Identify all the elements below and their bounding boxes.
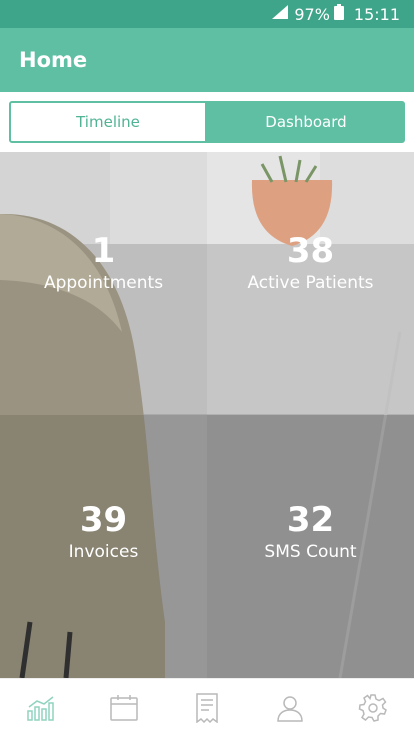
appointments-label: Appointments (43, 272, 164, 293)
gear-icon (358, 693, 387, 722)
nav-calendar[interactable] (94, 679, 154, 736)
clock: 15:11 (353, 4, 400, 24)
patients-icon (277, 695, 303, 722)
sms-count-value: 32 (286, 499, 335, 540)
chart-icon (27, 695, 55, 721)
nav-settings[interactable] (343, 679, 403, 736)
active-patients-count: 38 (286, 230, 335, 271)
active-patients-label: Active Patients (247, 272, 374, 293)
nav-patients[interactable] (260, 679, 320, 736)
page-title: Home (19, 48, 88, 72)
invoices-tile[interactable]: 39 Invoices (0, 415, 207, 678)
appointments-tile[interactable]: 1 Appointments (0, 152, 207, 415)
nav-dashboard[interactable] (11, 679, 71, 736)
invoice-icon (196, 692, 218, 723)
app-bar: Home (0, 28, 414, 92)
battery-icon (333, 3, 344, 25)
sms-count-label: SMS Count (264, 541, 357, 562)
calendar-icon (110, 694, 138, 721)
appointments-count: 1 (91, 230, 116, 271)
invoices-count: 39 (79, 499, 128, 540)
tab-dashboard[interactable]: Dashboard (207, 101, 405, 143)
sms-count-tile[interactable]: 32 SMS Count (207, 415, 414, 678)
battery-percent: 97% (294, 4, 330, 24)
view-toggle: Timeline Dashboard (9, 101, 405, 143)
invoices-label: Invoices (68, 541, 139, 562)
active-patients-tile[interactable]: 38 Active Patients (207, 152, 414, 415)
bottom-nav (0, 678, 414, 736)
tab-timeline[interactable]: Timeline (9, 101, 207, 143)
dashboard-panel: 1 Appointments 38 Active Patients 39 Inv… (0, 152, 414, 678)
signal-icon (272, 4, 289, 24)
status-bar: 97% 15:11 (0, 0, 414, 28)
nav-invoices[interactable] (177, 679, 237, 736)
